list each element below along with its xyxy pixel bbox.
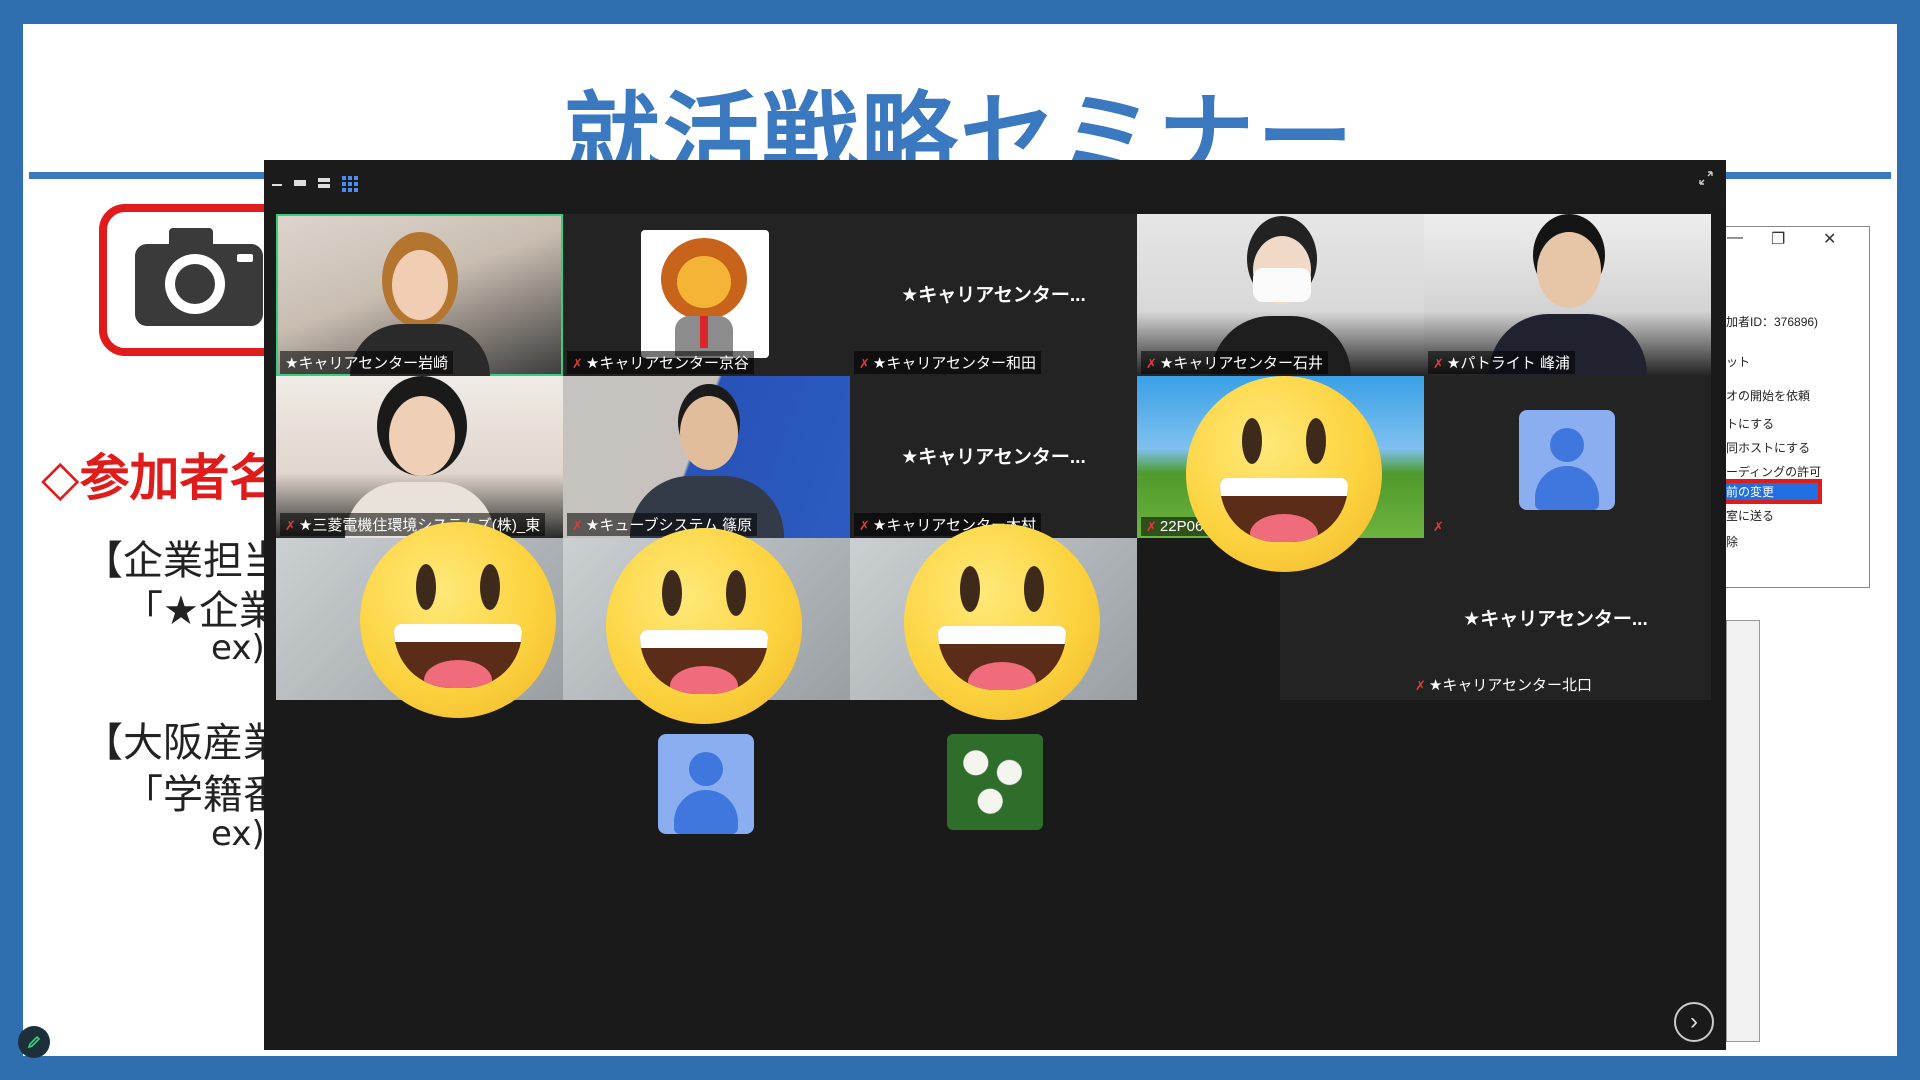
participant-name: ✗ — [1428, 517, 1452, 536]
participant-name: ✗ ★キャリアセンター北口 — [1415, 677, 1593, 694]
grinning-face-icon — [1186, 376, 1382, 572]
section-heading: ◇参加者名 — [41, 449, 280, 507]
participant-tile[interactable]: ★キャリアセンター... ✗ ★キャリアセンター北口 — [1280, 538, 1711, 700]
mic-muted-icon: ✗ — [1433, 356, 1444, 371]
meeting-id: 参加者ID：376896) — [1714, 315, 1819, 329]
participant-name: ✗ ★キャリアセンター京谷 — [567, 351, 755, 374]
menu-item[interactable]: 共同ホストにする — [1714, 439, 1854, 456]
participant-tile[interactable]: ★キャリアセンター岩崎 — [276, 214, 563, 376]
mic-muted-icon: ✗ — [859, 518, 870, 533]
view-options-icon[interactable] — [272, 174, 382, 194]
participant-tile[interactable]: ✗ ★三菱電機住環境システムズ(株)_東 — [276, 376, 563, 538]
participant-count: 2) — [1714, 267, 1854, 281]
participant-display-name: ★キャリアセンター... — [1463, 609, 1648, 630]
menu-item-rename[interactable]: 名前の変更 — [1710, 479, 1822, 504]
annotate-button[interactable] — [18, 1026, 50, 1058]
background-window — [1726, 620, 1760, 1042]
zoom-toolbar — [264, 160, 1726, 206]
slide-text-line: 【大阪産業 — [83, 720, 283, 766]
participant-tile[interactable]: ✗ ★キューブシステム 篠原 — [563, 376, 850, 538]
menu-item[interactable]: デオの開始を依頼 — [1714, 387, 1854, 404]
menu-item[interactable]: コーディングの許可 — [1714, 463, 1854, 480]
slide-text-line: ex) — [211, 628, 265, 668]
mic-muted-icon: ✗ — [1415, 678, 1426, 693]
participant-name — [854, 696, 864, 698]
participant-tile[interactable]: ✗ ★キャリアセンター京谷 — [563, 214, 850, 376]
participant-name: ✗ ★キャリアセンター石井 — [1141, 351, 1329, 374]
mic-muted-icon: ✗ — [859, 356, 870, 371]
participant-tile[interactable]: ✗ — [1424, 376, 1711, 538]
menu-item[interactable]: 機室に送る — [1714, 507, 1854, 524]
mic-muted-icon: ✗ — [572, 518, 583, 533]
slide-text-line: ex) — [211, 814, 265, 854]
fullscreen-icon[interactable] — [1698, 170, 1714, 186]
chevron-right-icon: › — [1690, 1008, 1698, 1035]
participant-name: ✗ ★パトライト 峰浦 — [1428, 351, 1575, 374]
participant-tile[interactable]: ✗ ★パトライト 峰浦 — [1424, 214, 1711, 376]
mic-muted-icon: ✗ — [1146, 356, 1157, 371]
participant-name — [567, 696, 577, 698]
flower-avatar-image — [947, 734, 1043, 830]
grinning-face-icon — [360, 522, 556, 718]
lion-avatar-image — [641, 230, 769, 358]
participant-tile[interactable]: ★キャリアセンター... ✗ ★キャリアセンター和田 — [850, 214, 1137, 376]
participant-name: ✗ ★キャリアセンター和田 — [854, 351, 1042, 374]
menu-item[interactable]: ャット — [1714, 353, 1854, 370]
next-page-button[interactable]: › — [1674, 1002, 1714, 1042]
participant-name: ★キャリアセンター岩崎 — [280, 351, 454, 374]
person-avatar-icon — [658, 734, 754, 834]
camera-icon — [135, 228, 263, 326]
close-icon[interactable]: ✕ — [1823, 229, 1836, 251]
mic-muted-icon: ✗ — [1146, 519, 1157, 534]
mic-muted-icon: ✗ — [285, 518, 296, 533]
mic-muted-icon: ✗ — [1433, 519, 1444, 534]
person-avatar-icon — [1519, 410, 1615, 510]
participant-display-name: ★キャリアセンター... — [901, 285, 1086, 306]
menu-item[interactable]: 削除 — [1714, 533, 1854, 550]
restore-icon[interactable]: ❐ — [1771, 229, 1785, 251]
grinning-face-icon — [904, 524, 1100, 720]
participant-name — [280, 696, 290, 698]
pen-icon — [27, 1035, 41, 1049]
grinning-face-icon — [606, 528, 802, 724]
participants-panel: — ❐ ✕ 2) 参加者ID：376896) ャット デオの開始を依頼 ストにす… — [1710, 226, 1870, 588]
menu-item[interactable]: ストにする — [1714, 415, 1854, 432]
participant-tile[interactable]: ✗ ★キャリアセンター石井 — [1137, 214, 1424, 376]
participant-tile[interactable]: ★キャリアセンター... ✗ ★キャリアセンター木村 — [850, 376, 1137, 538]
mic-muted-icon: ✗ — [572, 356, 583, 371]
participant-display-name: ★キャリアセンター... — [901, 447, 1086, 468]
slide-text-line: 「学籍番 — [123, 772, 283, 818]
minimize-icon[interactable]: — — [1727, 229, 1743, 251]
